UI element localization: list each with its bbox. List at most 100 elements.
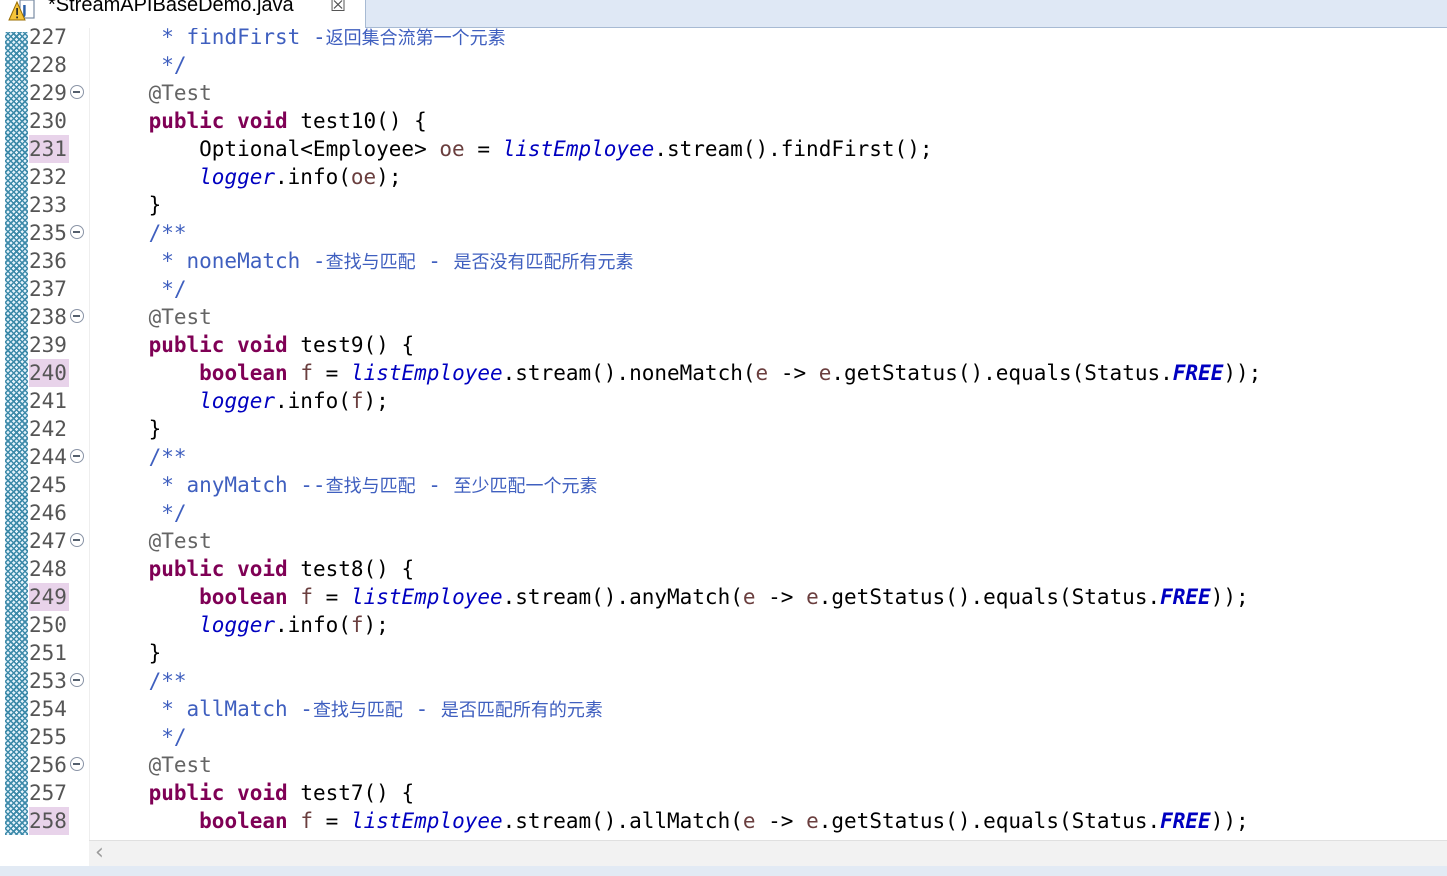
code-token: test7() { xyxy=(287,781,415,805)
line-number: 245 xyxy=(29,473,67,497)
code-token: FREE xyxy=(1160,585,1211,609)
fold-collapse-icon[interactable] xyxy=(70,225,84,239)
code-line[interactable]: 238 @Test xyxy=(0,303,1447,331)
code-token: logger xyxy=(199,389,276,413)
close-icon[interactable]: ☒ xyxy=(330,0,346,15)
fold-collapse-icon[interactable] xyxy=(70,85,84,99)
line-number: 230 xyxy=(29,109,67,133)
code-token: )); xyxy=(1210,809,1249,833)
code-line[interactable]: 258 boolean f = listEmployee.stream().al… xyxy=(0,807,1447,835)
code-text: @Test xyxy=(98,527,212,555)
code-token: /** xyxy=(98,445,187,469)
code-line[interactable]: 248 public void test8() { xyxy=(0,555,1447,583)
line-number: 242 xyxy=(29,417,67,441)
code-line[interactable]: 241 logger.info(f); xyxy=(0,387,1447,415)
code-token: } xyxy=(98,193,162,217)
code-token: f xyxy=(350,389,364,413)
line-number: 231 xyxy=(29,135,69,163)
code-text: public void test9() { xyxy=(98,331,415,359)
line-number: 248 xyxy=(29,557,67,581)
code-text: Optional<Employee> oe = listEmployee.str… xyxy=(98,135,932,163)
code-line[interactable]: 231 Optional<Employee> oe = listEmployee… xyxy=(0,135,1447,163)
code-token: listEmployee xyxy=(350,585,503,609)
code-text: * allMatch -查找与匹配 - 是否匹配所有的元素 xyxy=(98,695,603,723)
code-line[interactable]: 240 boolean f = listEmployee.stream().no… xyxy=(0,359,1447,387)
line-number: 227 xyxy=(29,28,67,49)
code-line[interactable]: 250 logger.info(f); xyxy=(0,611,1447,639)
code-token: 至少匹配一个元素 xyxy=(453,476,598,497)
code-text: boolean f = listEmployee.stream().anyMat… xyxy=(98,583,1248,611)
code-line[interactable]: 230 public void test10() { xyxy=(0,107,1447,135)
code-token: 返回集合流第一个元素 xyxy=(325,28,506,49)
code-line[interactable]: 247 @Test xyxy=(0,527,1447,555)
code-line[interactable]: 255 */ xyxy=(0,723,1447,751)
code-line[interactable]: 242 } xyxy=(0,415,1447,443)
line-number: 228 xyxy=(29,53,67,77)
code-line[interactable]: 251 } xyxy=(0,639,1447,667)
code-text: /** xyxy=(98,443,187,471)
code-line[interactable]: 256 @Test xyxy=(0,751,1447,779)
code-text: logger.info(oe); xyxy=(98,163,401,191)
code-text: public void test7() { xyxy=(98,779,415,807)
fold-collapse-icon[interactable] xyxy=(70,673,84,687)
line-number: 250 xyxy=(29,613,67,637)
code-token: } xyxy=(98,641,162,665)
code-line[interactable]: 244 /** xyxy=(0,443,1447,471)
code-line[interactable]: 246 */ xyxy=(0,499,1447,527)
line-number: 235 xyxy=(29,221,67,245)
code-line[interactable]: 253 /** xyxy=(0,667,1447,695)
code-line[interactable]: 249 boolean f = listEmployee.stream().an… xyxy=(0,583,1447,611)
code-token: void xyxy=(237,333,288,357)
code-token: listEmployee xyxy=(502,137,655,161)
code-line[interactable]: 229 @Test xyxy=(0,79,1447,107)
code-token: ); xyxy=(376,165,402,189)
code-line[interactable]: 239 public void test9() { xyxy=(0,331,1447,359)
fold-collapse-icon[interactable] xyxy=(70,757,84,771)
code-token: */ xyxy=(98,53,187,77)
code-line[interactable]: 236 * noneMatch -查找与匹配 - 是否没有匹配所有元素 xyxy=(0,247,1447,275)
code-line[interactable]: 245 * anyMatch --查找与匹配 - 至少匹配一个元素 xyxy=(0,471,1447,499)
code-line[interactable]: 235 /** xyxy=(0,219,1447,247)
line-number: 257 xyxy=(29,781,67,805)
scroll-left-arrow-icon[interactable]: ‹ xyxy=(95,842,104,864)
code-token: test9() { xyxy=(287,333,415,357)
horizontal-scrollbar[interactable]: ‹ xyxy=(89,840,1447,866)
code-token: /** xyxy=(98,669,187,693)
code-token: 查找与匹配 xyxy=(312,700,403,721)
code-text: public void test8() { xyxy=(98,555,415,583)
code-text: * anyMatch --查找与匹配 - 至少匹配一个元素 xyxy=(98,471,598,499)
fold-collapse-icon[interactable] xyxy=(70,533,84,547)
fold-collapse-icon[interactable] xyxy=(70,309,84,323)
code-text: /** xyxy=(98,219,187,247)
line-number: 247 xyxy=(29,529,67,553)
code-text: logger.info(f); xyxy=(98,387,389,415)
code-text: public void test10() { xyxy=(98,107,427,135)
code-editor[interactable]: 227 * findFirst -返回集合流第一个元素 228 */229 @Te… xyxy=(0,28,1447,840)
code-line[interactable]: 233 } xyxy=(0,191,1447,219)
code-token: findFirst xyxy=(186,28,313,49)
code-token: listEmployee xyxy=(350,809,503,833)
code-line[interactable]: 228 */ xyxy=(0,51,1447,79)
code-token: f xyxy=(300,809,313,833)
fold-collapse-icon[interactable] xyxy=(70,449,84,463)
code-line[interactable]: 227 * findFirst -返回集合流第一个元素 xyxy=(0,28,1447,51)
code-token: e xyxy=(818,361,832,385)
code-token: FREE xyxy=(1160,809,1211,833)
code-line[interactable]: 257 public void test7() { xyxy=(0,779,1447,807)
code-line[interactable]: 254 * allMatch -查找与匹配 - 是否匹配所有的元素 xyxy=(0,695,1447,723)
editor-tab[interactable]: J *StreamAPIBaseDemo.java ☒ xyxy=(0,0,366,28)
line-number: 254 xyxy=(29,697,67,721)
code-line[interactable]: 237 */ xyxy=(0,275,1447,303)
code-line[interactable]: 232 logger.info(oe); xyxy=(0,163,1447,191)
code-token: logger xyxy=(199,613,276,637)
code-token: test10() { xyxy=(287,109,427,133)
code-token: e xyxy=(806,585,819,609)
line-number: 237 xyxy=(29,277,67,301)
